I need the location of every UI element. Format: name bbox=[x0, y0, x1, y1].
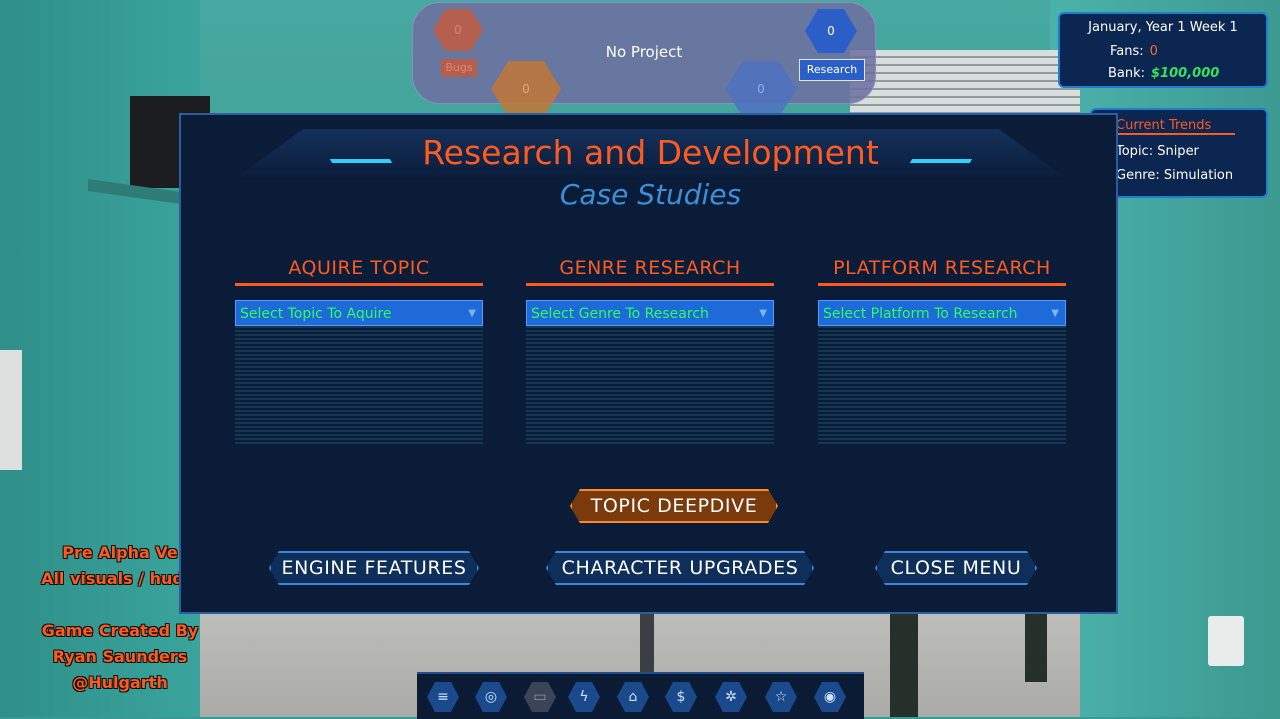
credits-line: Game Created By bbox=[41, 621, 199, 640]
close-menu-button[interactable]: CLOSE MENU bbox=[875, 551, 1037, 585]
bugs-label: Bugs bbox=[441, 59, 477, 77]
window-icon[interactable]: ▭ bbox=[524, 682, 556, 712]
bank-label: Bank: bbox=[1108, 66, 1146, 81]
select-value: Select Platform To Research bbox=[823, 306, 1018, 322]
project-status-bar: 0 Bugs 0 No Project 0 0 Research bbox=[412, 2, 876, 117]
trend-topic: Topic: Sniper bbox=[1116, 144, 1199, 159]
trend-genre: Genre: Simulation bbox=[1116, 168, 1234, 183]
research-label[interactable]: Research bbox=[799, 59, 865, 81]
dialog-subtitle: Case Studies bbox=[559, 178, 742, 211]
window-blinds bbox=[850, 50, 1080, 120]
topic-deepdive-button[interactable]: TOPIC DEEPDIVE bbox=[570, 489, 778, 523]
select-value: Select Topic To Aquire bbox=[240, 306, 392, 322]
column-header: AQUIRE TOPIC bbox=[235, 257, 483, 286]
aquire-topic-column: AQUIRE TOPIC Select Topic To Aquire ▼ bbox=[235, 257, 483, 446]
bottom-toolbar: ≡ ◎ ▭ ϟ ⌂ $ ✲ ☆ ◉ bbox=[417, 672, 864, 719]
fans-label: Fans: bbox=[1110, 44, 1144, 59]
bank-value: $100,000 bbox=[1151, 66, 1220, 81]
fans-value: 0 bbox=[1149, 44, 1158, 59]
column-header: PLATFORM RESEARCH bbox=[818, 257, 1066, 286]
genre-research-column: GENRE RESEARCH Select Genre To Research ▼ bbox=[526, 257, 774, 446]
lightning-icon[interactable]: ϟ bbox=[568, 682, 600, 712]
menu-icon[interactable]: ≡ bbox=[427, 682, 459, 712]
dialog-title: Research and Development bbox=[422, 133, 879, 172]
chevron-down-icon: ▼ bbox=[468, 308, 476, 319]
character-upgrades-button[interactable]: CHARACTER UPGRADES bbox=[546, 551, 814, 585]
research-dialog: Research and Development Case Studies AQ… bbox=[179, 113, 1118, 614]
dollar-icon[interactable]: $ bbox=[665, 682, 697, 712]
genre-list-area[interactable] bbox=[526, 326, 774, 446]
platform-research-column: PLATFORM RESEARCH Select Platform To Res… bbox=[818, 257, 1066, 446]
bank-row: Bank: $100,000 bbox=[1108, 66, 1219, 81]
date-bank-panel: January, Year 1 Week 1 Fans: 0 Bank: $100,… bbox=[1058, 12, 1268, 88]
topic-list-area[interactable] bbox=[235, 326, 483, 446]
topic-select[interactable]: Select Topic To Aquire ▼ bbox=[235, 300, 483, 326]
genre-select[interactable]: Select Genre To Research ▼ bbox=[526, 300, 774, 326]
date-text: January, Year 1 Week 1 bbox=[1088, 20, 1238, 35]
globe-icon[interactable]: ◎ bbox=[475, 682, 507, 712]
platform-select[interactable]: Select Platform To Research ▼ bbox=[818, 300, 1066, 326]
select-value: Select Genre To Research bbox=[531, 306, 709, 322]
target-icon[interactable]: ◉ bbox=[814, 682, 846, 712]
trends-title: Current Trends bbox=[1116, 118, 1236, 135]
fans-row: Fans: 0 bbox=[1110, 44, 1158, 59]
table-leg-back bbox=[1025, 612, 1047, 682]
light-switch bbox=[0, 350, 22, 470]
column-header: GENRE RESEARCH bbox=[526, 257, 774, 286]
engine-features-button[interactable]: ENGINE FEATURES bbox=[269, 551, 479, 585]
chevron-down-icon: ▼ bbox=[1051, 308, 1059, 319]
wall-outlet bbox=[1208, 616, 1244, 666]
chair-leg bbox=[640, 610, 654, 680]
gear-icon[interactable]: ✲ bbox=[715, 682, 747, 712]
star-icon[interactable]: ☆ bbox=[765, 682, 797, 712]
table-leg bbox=[890, 612, 918, 717]
credits-line: Ryan Saunders bbox=[52, 647, 188, 666]
chevron-down-icon: ▼ bbox=[759, 308, 767, 319]
home-icon[interactable]: ⌂ bbox=[617, 682, 649, 712]
credits-line: @Hulgarth bbox=[72, 673, 168, 692]
platform-list-area[interactable] bbox=[818, 326, 1066, 446]
